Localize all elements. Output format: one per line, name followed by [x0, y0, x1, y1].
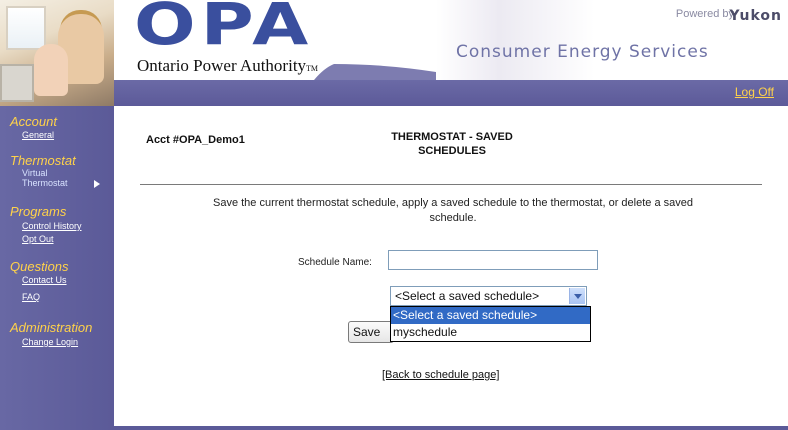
sidebar-heading-administration: Administration [10, 320, 93, 335]
sidebar-item-virtual-line1[interactable]: Virtual [22, 168, 47, 178]
bottom-bar [114, 426, 788, 430]
sidebar-item-opt-out[interactable]: Opt Out [22, 234, 54, 244]
back-to-schedule-link[interactable]: [Back to schedule page] [382, 369, 499, 381]
photo-child [34, 44, 68, 96]
chevron-down-icon[interactable] [569, 288, 585, 304]
logoff-link[interactable]: Log Off [735, 85, 774, 99]
org-name-text: Ontario Power Authority [137, 56, 307, 75]
page-title-line1: THERMOSTAT - SAVED [391, 131, 513, 143]
dropdown-option-myschedule[interactable]: myschedule [391, 324, 590, 341]
sidebar-item-contact-us[interactable]: Contact Us [22, 275, 67, 285]
sidebar-item-faq[interactable]: FAQ [22, 292, 40, 302]
page-title: THERMOSTAT - SAVED SCHEDULES [370, 130, 534, 158]
sidebar-heading-account: Account [10, 114, 57, 129]
dropdown-option-select[interactable]: <Select a saved schedule> [391, 307, 590, 324]
schedule-dropdown-list: <Select a saved schedule> myschedule [390, 306, 591, 342]
powered-by-text: Powered by [675, 8, 734, 20]
saved-schedule-select[interactable]: <Select a saved schedule> [390, 286, 587, 306]
sidebar-heading-programs: Programs [10, 204, 67, 219]
current-page-arrow-icon [94, 180, 100, 188]
sidebar-item-general[interactable]: General [22, 130, 54, 140]
sidebar-item-control-history[interactable]: Control History [22, 221, 82, 231]
page-description: Save the current thermostat schedule, ap… [212, 197, 693, 224]
sidebar-item-virtual-line2[interactable]: Thermostat [22, 178, 68, 188]
sidebar: Account General Thermostat Virtual Therm… [0, 106, 114, 430]
opa-logo-area: OPA Ontario Power AuthorityTM [114, 0, 436, 80]
header-photo [0, 0, 114, 106]
org-name: Ontario Power AuthorityTM [137, 56, 318, 76]
sidebar-item-change-login[interactable]: Change Login [22, 337, 78, 347]
yukon-logo: Yukon [729, 8, 782, 24]
main-content: Acct #OPA_Demo1 THERMOSTAT - SAVED SCHED… [114, 106, 788, 426]
select-current-value: <Select a saved schedule> [395, 289, 540, 303]
service-name: Consumer Energy Services [456, 42, 709, 62]
schedule-name-label: Schedule Name: [298, 257, 372, 268]
opa-logo: OPA [134, 0, 314, 58]
page-title-line2: SCHEDULES [418, 145, 486, 157]
divider [140, 184, 762, 185]
header-right: Powered by Yukon Consumer Energy Service… [436, 0, 788, 80]
photo-monitor [0, 64, 34, 102]
top-nav-bar: Log Off [114, 80, 788, 106]
schedule-name-input[interactable] [388, 250, 598, 270]
account-number: Acct #OPA_Demo1 [146, 134, 245, 146]
trademark: TM [306, 64, 319, 73]
photo-window [6, 6, 46, 50]
sidebar-heading-questions: Questions [10, 259, 69, 274]
sidebar-heading-thermostat: Thermostat [10, 153, 76, 168]
save-button[interactable]: Save [348, 321, 394, 343]
